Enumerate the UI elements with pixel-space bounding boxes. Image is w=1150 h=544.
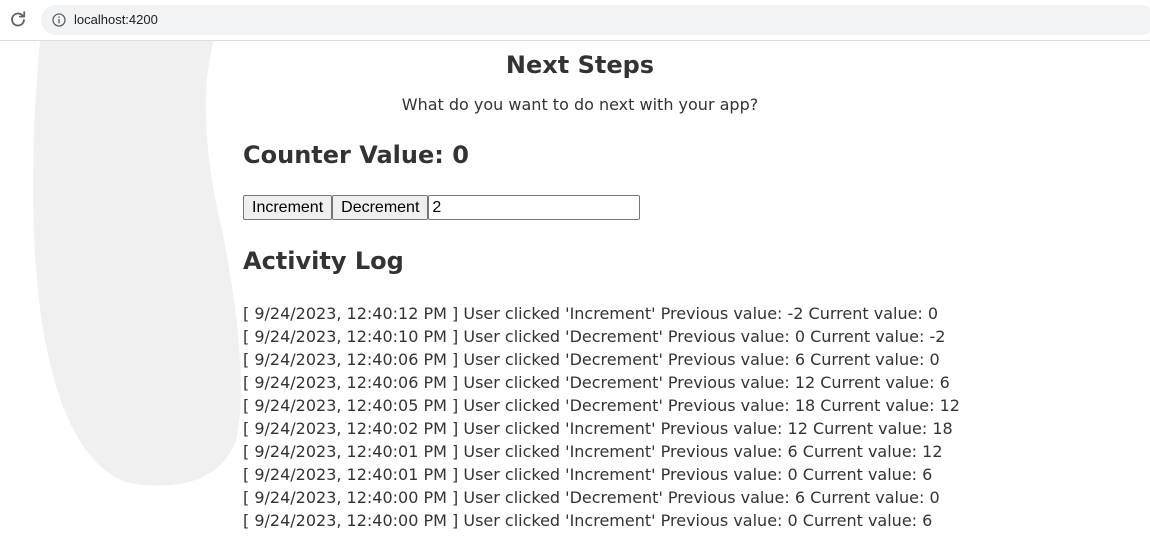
decrement-button[interactable]: Decrement	[332, 195, 429, 220]
reload-icon[interactable]	[8, 10, 28, 30]
log-entry: [ 9/24/2023, 12:40:06 PM ] User clicked …	[243, 350, 940, 369]
log-entry: [ 9/24/2023, 12:40:05 PM ] User clicked …	[243, 396, 960, 415]
counter-controls: Increment Decrement	[243, 195, 641, 220]
log-entry: [ 9/24/2023, 12:40:06 PM ] User clicked …	[243, 373, 950, 392]
activity-log-list: [ 9/24/2023, 12:40:12 PM ] User clicked …	[243, 302, 960, 532]
log-entry: [ 9/24/2023, 12:40:10 PM ] User clicked …	[243, 327, 946, 346]
address-bar[interactable]: localhost:4200	[41, 5, 1150, 35]
log-entry: [ 9/24/2023, 12:40:02 PM ] User clicked …	[243, 419, 953, 438]
log-entry: [ 9/24/2023, 12:40:01 PM ] User clicked …	[243, 465, 933, 484]
step-input[interactable]	[428, 195, 641, 220]
counter-value-heading: Counter Value: 0	[243, 141, 469, 169]
log-entry: [ 9/24/2023, 12:40:00 PM ] User clicked …	[243, 511, 933, 530]
log-entry: [ 9/24/2023, 12:40:12 PM ] User clicked …	[243, 304, 939, 323]
page-title: Next Steps	[505, 51, 655, 79]
info-icon[interactable]	[52, 13, 66, 27]
increment-button[interactable]: Increment	[243, 195, 333, 220]
page-subtitle: What do you want to do next with your ap…	[401, 95, 759, 114]
browser-toolbar: localhost:4200	[0, 0, 1150, 41]
log-entry: [ 9/24/2023, 12:40:00 PM ] User clicked …	[243, 488, 940, 507]
log-entry: [ 9/24/2023, 12:40:01 PM ] User clicked …	[243, 442, 943, 461]
url-text: localhost:4200	[74, 12, 158, 27]
page-content: Next Steps What do you want to do next w…	[0, 41, 1150, 544]
activity-log-heading: Activity Log	[243, 247, 404, 275]
